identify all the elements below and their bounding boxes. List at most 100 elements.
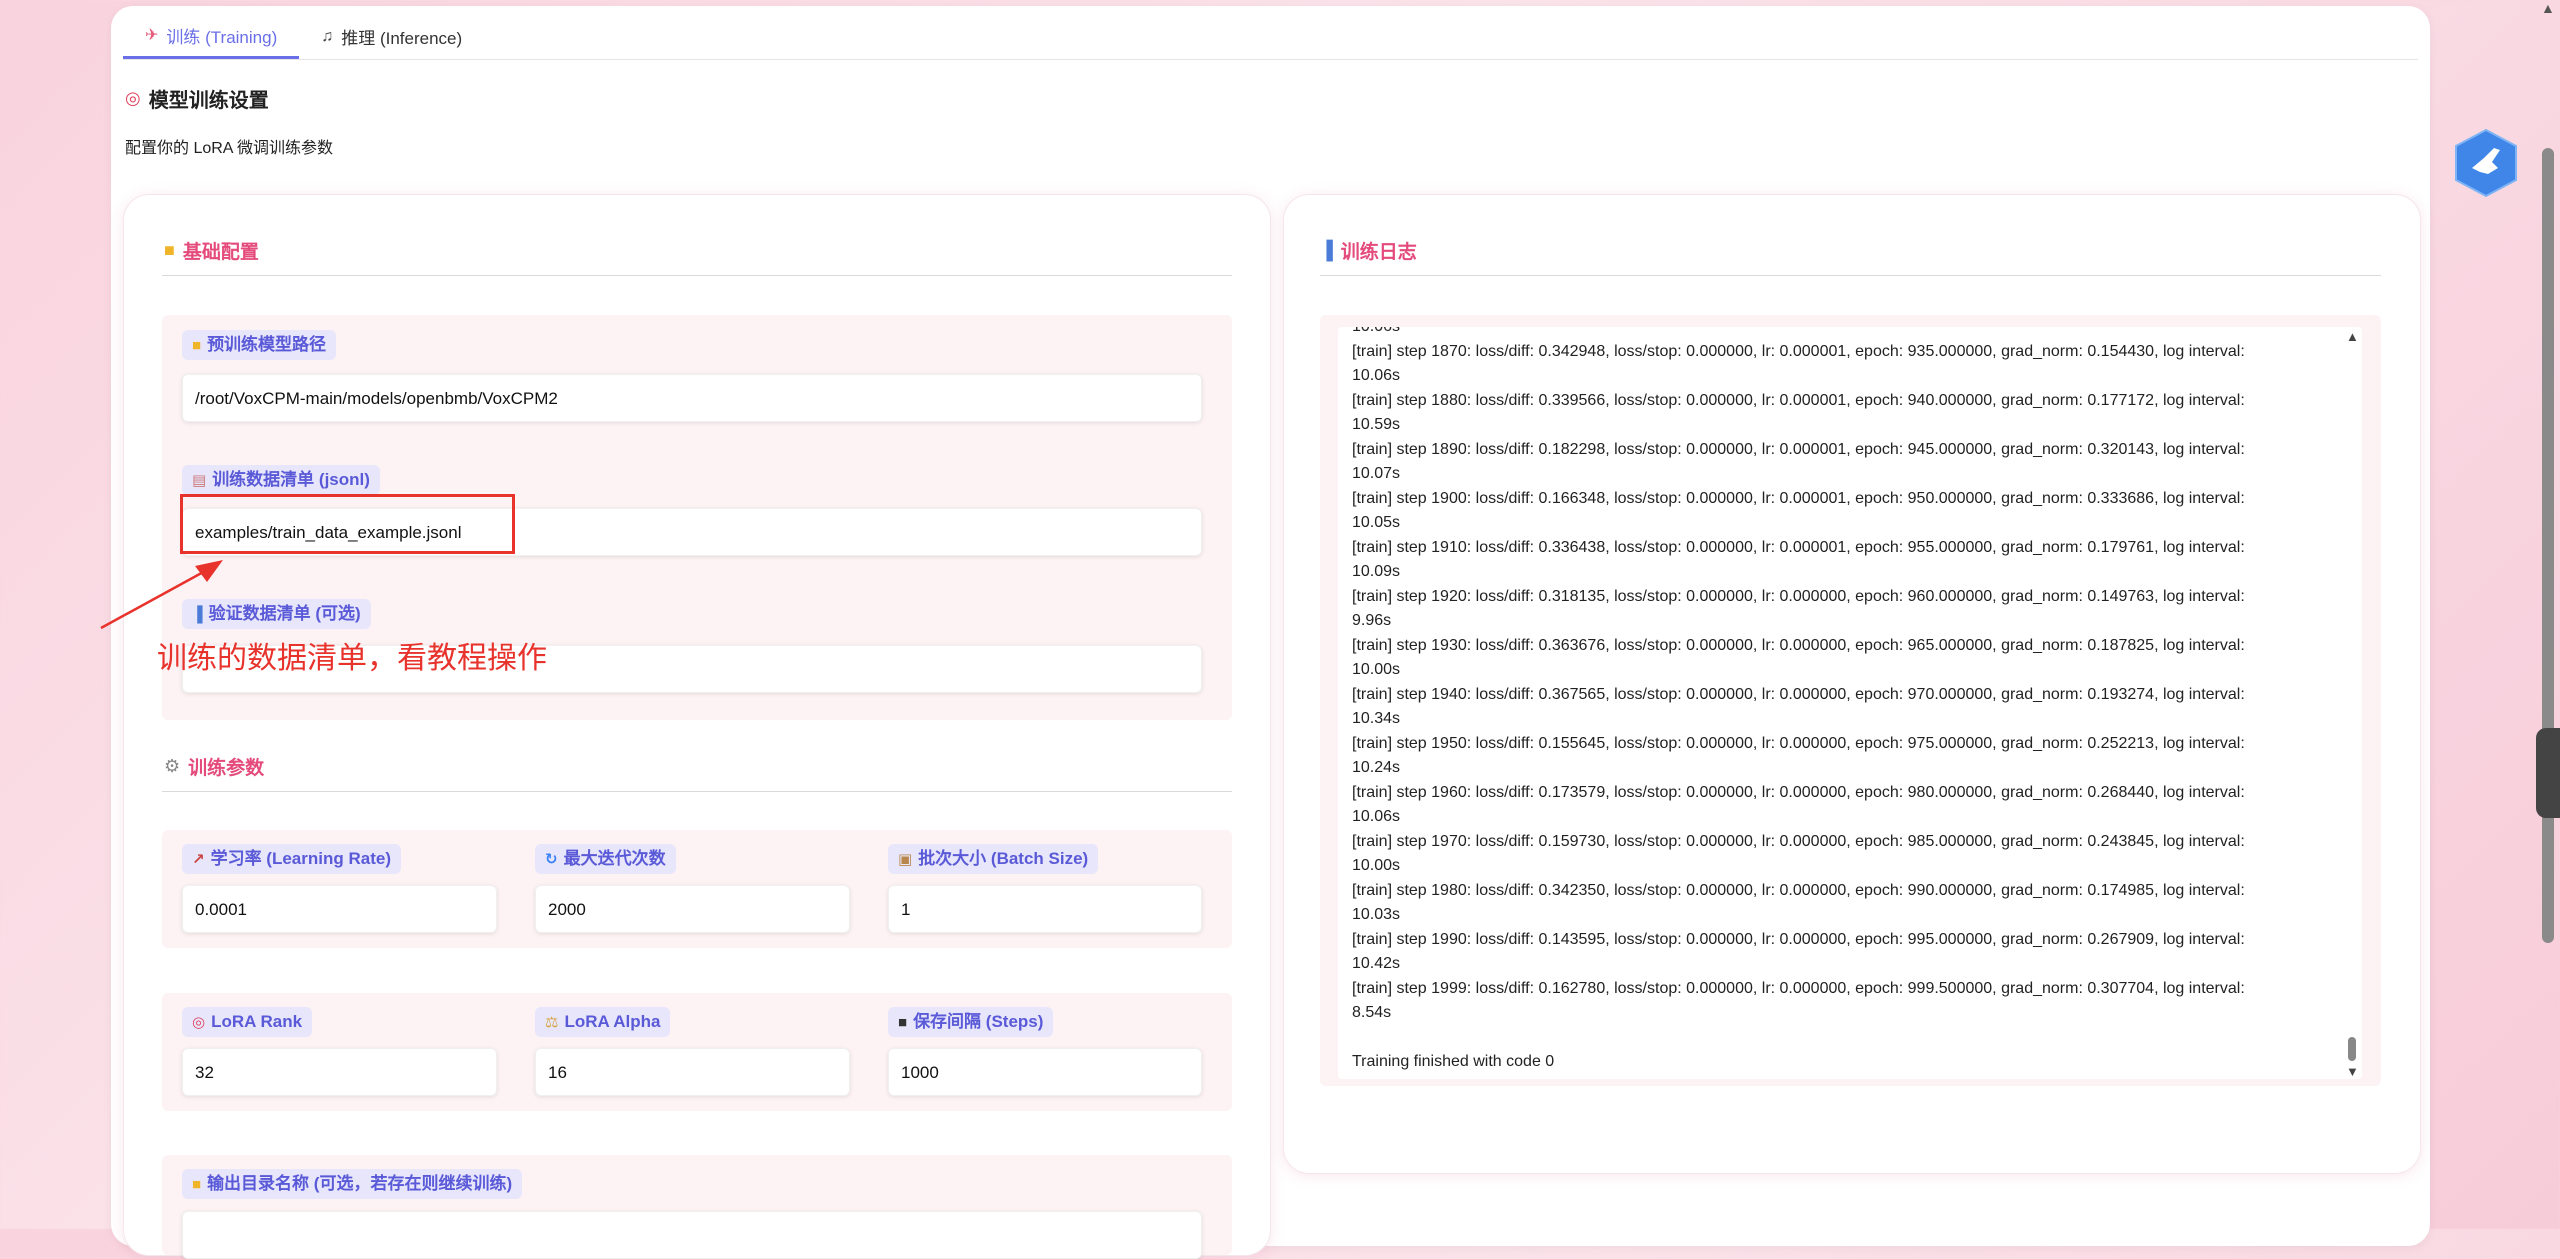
log-line: [train] step 1940: loss/diff: 0.367565, … — [1352, 685, 2245, 703]
log-line: 10.06s — [1352, 367, 1401, 384]
scroll-up-arrow-icon[interactable]: ▲ — [2346, 329, 2359, 344]
target-icon: ◎ — [125, 88, 141, 108]
folder-icon: ■ — [192, 337, 202, 354]
log-line: [train] step 1890: loss/diff: 0.182298, … — [1352, 440, 2245, 458]
label-text: 批次大小 (Batch Size) — [918, 849, 1089, 868]
page-scrollbar-thumb[interactable] — [2542, 148, 2554, 943]
log-text: 10.06s [train] step 1870: loss/diff: 0.34… — [1352, 327, 2312, 1075]
page-title: ◎ 模型训练设置 — [125, 84, 269, 113]
lora-rank-input[interactable]: 32 — [182, 1048, 497, 1096]
gear-icon: ⚙ — [164, 756, 181, 776]
balance-icon: ⚖ — [545, 1014, 559, 1031]
basic-config-header: ■ 基础配置 — [164, 237, 259, 264]
log-line: 10.00s — [1352, 857, 1401, 874]
music-note-icon: ♫ — [321, 27, 334, 45]
output-dir-group: ■ 输出目录名称 (可选，若存在则继续训练) — [162, 1155, 1232, 1259]
log-line: [train] step 1930: loss/diff: 0.363676, … — [1352, 636, 2245, 654]
log-line: 8.54s — [1352, 1004, 1392, 1021]
params-row-1: ↗ 学习率 (Learning Rate) 0.0001 ↻ 最大迭代次数 2000… — [162, 830, 1232, 948]
log-header: ▐ 训练日志 — [1320, 237, 1417, 264]
output-dir-label: ■ 输出目录名称 (可选，若存在则继续训练) — [182, 1169, 523, 1199]
log-line: [train] step 1980: loss/diff: 0.342350, … — [1352, 881, 2245, 899]
params-row-2: ◎ LoRA Rank 32 ⚖ LoRA Alpha 16 ■ 保存间隔 (Step… — [162, 993, 1232, 1111]
label-text: 学习率 (Learning Rate) — [210, 849, 391, 868]
log-line: 10.59s — [1352, 416, 1401, 433]
train-params-header: ⚙ 训练参数 — [164, 753, 264, 780]
annotation-arrow-icon — [100, 560, 223, 630]
lora-alpha-label: ⚖ LoRA Alpha — [535, 1007, 671, 1037]
log-line: Training finished with code 0 — [1352, 1053, 1555, 1070]
tab-inference[interactable]: ♫ 推理 (Inference) — [299, 14, 484, 59]
log-line: [train] step 1960: loss/diff: 0.173579, … — [1352, 783, 2245, 801]
label-text: 预训练模型路径 — [207, 335, 327, 354]
label-text: 最大迭代次数 — [563, 849, 666, 868]
batch-size-input[interactable]: 1 — [888, 885, 1202, 933]
lora-rank-label: ◎ LoRA Rank — [182, 1007, 313, 1037]
output-dir-input[interactable] — [182, 1211, 1202, 1259]
train-params-title: 训练参数 — [188, 758, 265, 779]
scroll-thumb[interactable] — [2348, 1037, 2356, 1061]
label-text: 输出目录名称 (可选，若存在则继续训练) — [207, 1174, 513, 1193]
log-line: 10.24s — [1352, 759, 1401, 776]
tab-label: 推理 (Inference) — [341, 29, 463, 48]
page-subtitle: 配置你的 LoRA 微调训练参数 — [125, 140, 334, 157]
lora-alpha-input[interactable]: 16 — [535, 1048, 850, 1096]
pretrained-path-input[interactable]: /root/VoxCPM-main/models/openbmb/VoxCPM2 — [182, 374, 1202, 422]
label-text: 训练数据清单 (jsonl) — [212, 470, 370, 489]
log-line: [train] step 1999: loss/diff: 0.162780, … — [1352, 979, 2245, 997]
log-line: [train] step 1880: loss/diff: 0.339566, … — [1352, 391, 2245, 409]
log-line: 10.03s — [1352, 906, 1401, 923]
log-line: 9.96s — [1352, 612, 1392, 629]
side-drawer-handle[interactable] — [2536, 728, 2560, 818]
app-logo-icon[interactable] — [2454, 128, 2518, 198]
log-line: 10.09s — [1352, 563, 1401, 580]
bar-chart-icon: ▐ — [1320, 240, 1333, 260]
divider — [162, 275, 1232, 276]
divider — [162, 791, 1232, 792]
log-line: [train] step 1970: loss/diff: 0.159730, … — [1352, 832, 2245, 850]
package-icon: ▣ — [898, 851, 913, 868]
log-line: 10.07s — [1352, 465, 1401, 482]
rocket-icon: ✈ — [145, 27, 159, 44]
scroll-down-arrow-icon[interactable]: ▼ — [2346, 1064, 2359, 1079]
target-icon: ◎ — [192, 1014, 206, 1031]
log-line: [train] step 1920: loss/diff: 0.318135, … — [1352, 587, 2245, 605]
log-line: 10.42s — [1352, 955, 1401, 972]
save-interval-label: ■ 保存间隔 (Steps) — [888, 1007, 1054, 1037]
tab-label: 训练 (Training) — [166, 27, 278, 47]
log-title: 训练日志 — [1340, 242, 1417, 263]
log-line: 10.06s — [1352, 327, 2312, 340]
log-line: [train] step 1900: loss/diff: 0.166348, … — [1352, 489, 2245, 507]
config-panel: ■ 基础配置 ■ 预训练模型路径 /root/VoxCPM-main/models… — [123, 194, 1271, 1259]
tab-bar: ✈ 训练 (Training) ♫ 推理 (Inference) — [123, 14, 2418, 60]
folder-icon: ■ — [164, 240, 175, 260]
log-line: 10.00s — [1352, 661, 1401, 678]
floppy-disk-icon: ■ — [898, 1014, 908, 1031]
log-scrollbar[interactable]: ▲ ▼ — [2344, 327, 2360, 1079]
max-iters-label: ↻ 最大迭代次数 — [535, 844, 676, 874]
log-line — [1352, 1026, 2312, 1051]
tab-training[interactable]: ✈ 训练 (Training) — [123, 14, 300, 59]
train-manifest-label: ▤ 训练数据清单 (jsonl) — [182, 465, 380, 495]
chart-up-icon: ↗ — [192, 851, 205, 868]
clipboard-icon: ▤ — [192, 472, 207, 489]
basic-config-title: 基础配置 — [182, 242, 259, 263]
log-line: [train] step 1990: loss/diff: 0.143595, … — [1352, 930, 2245, 948]
label-text: 保存间隔 (Steps) — [913, 1012, 1044, 1031]
annotation-highlight-box — [180, 494, 515, 554]
batch-size-label: ▣ 批次大小 (Batch Size) — [888, 844, 1099, 874]
divider — [1320, 275, 2381, 276]
label-text: LoRA Alpha — [564, 1012, 661, 1031]
page-scroll-up-arrow-icon[interactable]: ▲ — [2541, 0, 2555, 16]
log-output[interactable]: 10.06s [train] step 1870: loss/diff: 0.34… — [1338, 327, 2362, 1079]
learning-rate-label: ↗ 学习率 (Learning Rate) — [182, 844, 401, 874]
log-panel: ▐ 训练日志 10.06s [train] step 1870: loss/dif… — [1283, 194, 2421, 1174]
save-interval-input[interactable]: 1000 — [888, 1048, 1202, 1096]
log-container: 10.06s [train] step 1870: loss/diff: 0.34… — [1320, 315, 2381, 1086]
log-line: [train] step 1950: loss/diff: 0.155645, … — [1352, 734, 2245, 752]
log-line: [train] step 1870: loss/diff: 0.342948, … — [1352, 342, 2245, 360]
pretrained-path-label: ■ 预训练模型路径 — [182, 330, 337, 360]
max-iters-input[interactable]: 2000 — [535, 885, 850, 933]
log-line: 10.05s — [1352, 514, 1401, 531]
learning-rate-input[interactable]: 0.0001 — [182, 885, 497, 933]
